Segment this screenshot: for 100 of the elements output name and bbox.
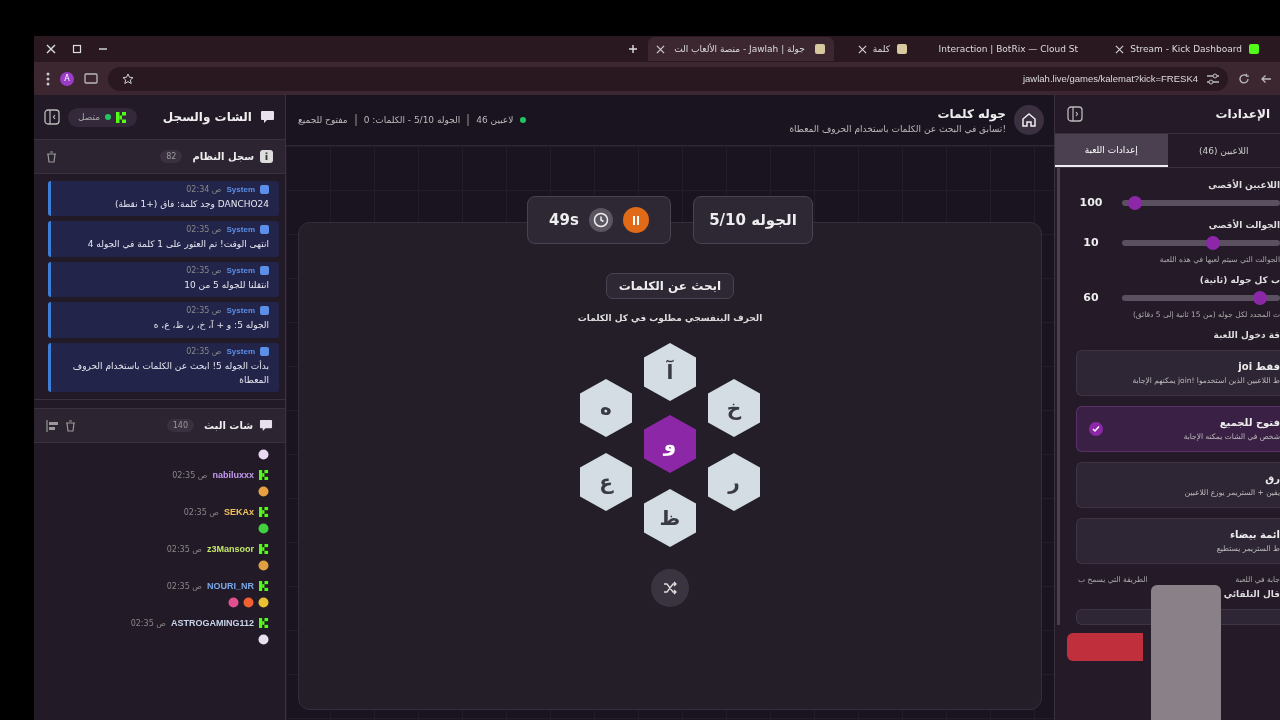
trash-icon[interactable]: [46, 150, 57, 163]
slider-value: 60: [1082, 291, 1100, 304]
favicon-icon: [1248, 43, 1260, 55]
address-field[interactable]: jawlah.live/games/kalemat?kick=FRESK4: [108, 66, 1228, 91]
close-icon[interactable]: [656, 44, 665, 54]
setting-label: قة دخول اللعبة: [1213, 330, 1280, 340]
platform-icon: [259, 618, 269, 629]
browser-tab[interactable]: Interaction | BotRix — Cloud St: [926, 37, 1092, 61]
close-icon[interactable]: [857, 44, 867, 54]
setting-label: اللاعبين الأقصى: [1208, 180, 1280, 190]
trash-icon[interactable]: [65, 419, 76, 432]
connection-status: متصل: [68, 107, 138, 127]
star-icon[interactable]: [122, 72, 134, 85]
shuffle-icon: [663, 581, 677, 595]
letter-tile[interactable]: ع: [580, 453, 632, 511]
message-time: 02:35 ص: [186, 346, 222, 356]
message-time: 02:35 ص: [172, 470, 208, 480]
favicon-icon: [814, 43, 826, 55]
game-title: جوله كلمات: [937, 106, 1006, 121]
option-title: ائمة بيضاء: [1230, 529, 1280, 540]
browser-tab[interactable]: كلمة: [844, 37, 916, 61]
message-time: 02:35 ص: [186, 225, 222, 235]
chat-icon: [259, 419, 273, 433]
shuffle-button[interactable]: [651, 569, 689, 607]
clock-icon: [588, 208, 613, 232]
favicon-icon: [896, 43, 908, 55]
tune-icon[interactable]: [1206, 72, 1220, 85]
plus-icon: [628, 44, 638, 54]
info-icon: [260, 150, 273, 163]
emote-icon: [258, 560, 269, 572]
message-time: 02:35 ص: [130, 618, 166, 628]
chat-icon: [260, 110, 275, 124]
menu-icon[interactable]: [46, 71, 50, 86]
message-time: 02:35 ص: [166, 544, 202, 554]
round-text: الجوله 5/10: [709, 211, 797, 229]
close-icon[interactable]: [1115, 44, 1125, 54]
panel-title: الشات والسجل: [162, 110, 252, 124]
hint-text: الحرف البنفسجي مطلوب في كل الكلمات: [577, 313, 763, 323]
username[interactable]: NOURI_NR: [207, 581, 254, 592]
log-text: انتهى الوقت! تم العثور على 1 كلمة في الجوله 4: [87, 238, 269, 252]
count-badge: 82: [160, 150, 183, 163]
letter-tile[interactable]: و: [644, 415, 696, 473]
letter-tile[interactable]: خ: [708, 379, 760, 437]
setting-label: قال التلقائي: [1223, 589, 1280, 599]
letter-tile[interactable]: آ: [644, 343, 696, 401]
restore-icon: [72, 44, 82, 54]
emote-icon: [258, 634, 269, 646]
cast-icon[interactable]: [84, 72, 98, 85]
mode-status: مفتوح للجميع: [298, 115, 348, 125]
message-time: 02:35 ص: [186, 306, 222, 316]
home-button[interactable]: [1014, 105, 1044, 135]
sender-name: System: [226, 185, 255, 194]
settings-tab[interactable]: اللاعبين (46): [1167, 134, 1280, 167]
emote-icon: [258, 523, 269, 535]
message-time: 02:35 ص: [186, 265, 222, 275]
pause-icon: [631, 215, 640, 225]
option-title: فتوح للجميع: [1219, 417, 1280, 428]
log-text: DANCHO24 وجد كلمة: فاق (+1 نقطة): [114, 198, 269, 211]
profile-avatar[interactable]: A: [60, 71, 74, 86]
players-status: 46 لاعبين: [476, 115, 514, 125]
settings-tab[interactable]: إعدادات اللعبة: [1055, 134, 1168, 167]
emote-icon: [258, 486, 269, 498]
letter-tile[interactable]: ه: [580, 379, 632, 437]
reload-icon[interactable]: [1238, 72, 1250, 85]
emote-icon: [258, 449, 269, 461]
slider-thumb[interactable]: [1127, 195, 1142, 210]
browser-tab[interactable]: Stream - Kick Dashboard: [1102, 37, 1268, 61]
platform-icon: [259, 470, 269, 481]
setting-label: الجوالت الأقصى: [1208, 220, 1280, 230]
letter-tile[interactable]: ظ: [644, 489, 696, 547]
slider-value: 100: [1078, 196, 1104, 209]
count-badge: 140: [166, 419, 194, 433]
align-icon[interactable]: [46, 419, 59, 432]
username[interactable]: z3Mansoor: [207, 544, 254, 555]
collapse-panel-icon[interactable]: [44, 109, 60, 125]
log-text: انتقلنا للجوله 5 من 10: [184, 278, 269, 292]
message-time: 02:34 ص: [186, 185, 222, 194]
option-title: joi فقط: [1238, 361, 1280, 372]
emote-icon: [228, 597, 239, 609]
sender-name: System: [226, 306, 255, 316]
back-icon[interactable]: [1260, 72, 1272, 85]
platform-icon: [259, 507, 269, 518]
sender-name: System: [226, 225, 255, 235]
pause-button[interactable]: [622, 207, 649, 233]
slider-thumb[interactable]: [1205, 235, 1220, 250]
sender-name: System: [226, 265, 255, 275]
slider-thumb[interactable]: [1253, 290, 1268, 305]
username[interactable]: ASTROGAMING112: [170, 618, 254, 629]
sender-name: System: [226, 346, 255, 356]
collapse-panel-icon[interactable]: [1067, 106, 1083, 122]
letter-tile[interactable]: ر: [708, 453, 760, 511]
username[interactable]: nabiluxxx: [212, 470, 254, 481]
home-icon: [1021, 112, 1037, 128]
slider-value: 10: [1082, 236, 1100, 249]
round-status: الجوله 5/10 - الكلمات: 0: [363, 115, 461, 125]
section-title: شات البث: [204, 420, 253, 432]
browser-tab[interactable]: جولة | Jawlah - منصة الألعاب الت: [648, 37, 834, 61]
emote-icon: [243, 597, 254, 609]
username[interactable]: SEKAx: [224, 507, 254, 518]
emote-icon: [258, 597, 269, 609]
